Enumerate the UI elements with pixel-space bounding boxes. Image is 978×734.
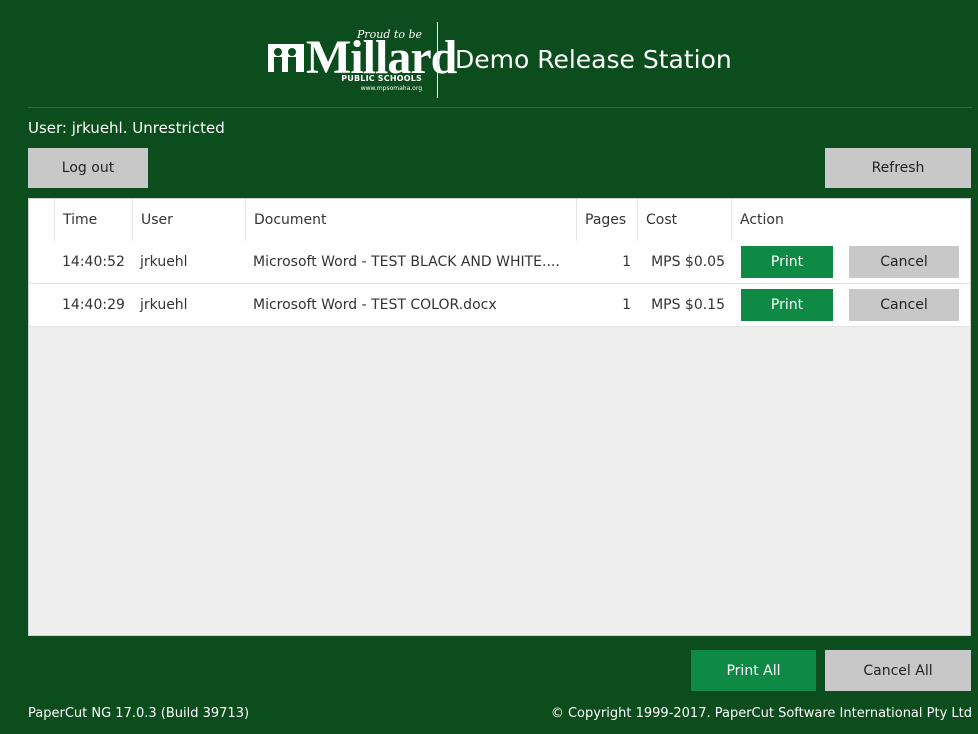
cancel-all-button[interactable]: Cancel All: [825, 650, 971, 691]
copyright-label: © Copyright 1999-2017. PaperCut Software…: [550, 706, 972, 721]
job-cost: MPS $0.15: [651, 297, 725, 313]
column-cost[interactable]: Cost: [637, 199, 731, 241]
millard-logo: Proud to be Millard PUBLIC SCHOOLS www.m…: [268, 28, 457, 94]
job-user: jrkuehl: [140, 297, 188, 313]
header-divider: [437, 22, 438, 98]
job-pages: 1: [622, 254, 631, 270]
column-select: [29, 199, 54, 241]
logo-subtitle: PUBLIC SCHOOLS: [341, 74, 422, 83]
column-time[interactable]: Time: [54, 199, 132, 241]
job-document: Microsoft Word - TEST COLOR.docx: [253, 297, 497, 313]
job-document: Microsoft Word - TEST BLACK AND WHITE...…: [253, 254, 560, 270]
job-user: jrkuehl: [140, 254, 188, 270]
column-user[interactable]: User: [132, 199, 245, 241]
print-all-button[interactable]: Print All: [691, 650, 816, 691]
logout-button[interactable]: Log out: [28, 148, 148, 188]
table-row: 14:40:29 jrkuehl Microsoft Word - TEST C…: [29, 284, 970, 327]
version-label: PaperCut NG 17.0.3 (Build 39713): [28, 706, 250, 721]
job-time: 14:40:52: [62, 254, 125, 270]
column-action: Action: [731, 199, 970, 241]
header: Proud to be Millard PUBLIC SCHOOLS www.m…: [0, 0, 978, 108]
job-pages: 1: [622, 297, 631, 313]
station-title: Demo Release Station: [455, 45, 732, 74]
job-time: 14:40:29: [62, 297, 125, 313]
header-rule: [28, 107, 972, 108]
table-header: Time User Document Pages Cost Action: [29, 199, 970, 242]
logo-url: www.mpsomaha.org: [360, 85, 422, 92]
column-document[interactable]: Document: [245, 199, 576, 241]
job-table: Time User Document Pages Cost Action 14:…: [28, 198, 971, 636]
job-cost: MPS $0.05: [651, 254, 725, 270]
table-row: 14:40:52 jrkuehl Microsoft Word - TEST B…: [29, 241, 970, 284]
print-button[interactable]: Print: [741, 246, 833, 278]
user-status: User: jrkuehl. Unrestricted: [28, 119, 225, 137]
column-pages[interactable]: Pages: [576, 199, 637, 241]
cancel-button[interactable]: Cancel: [849, 289, 959, 321]
print-button[interactable]: Print: [741, 289, 833, 321]
refresh-button[interactable]: Refresh: [825, 148, 971, 188]
logo-people-icon: [268, 44, 304, 72]
cancel-button[interactable]: Cancel: [849, 246, 959, 278]
